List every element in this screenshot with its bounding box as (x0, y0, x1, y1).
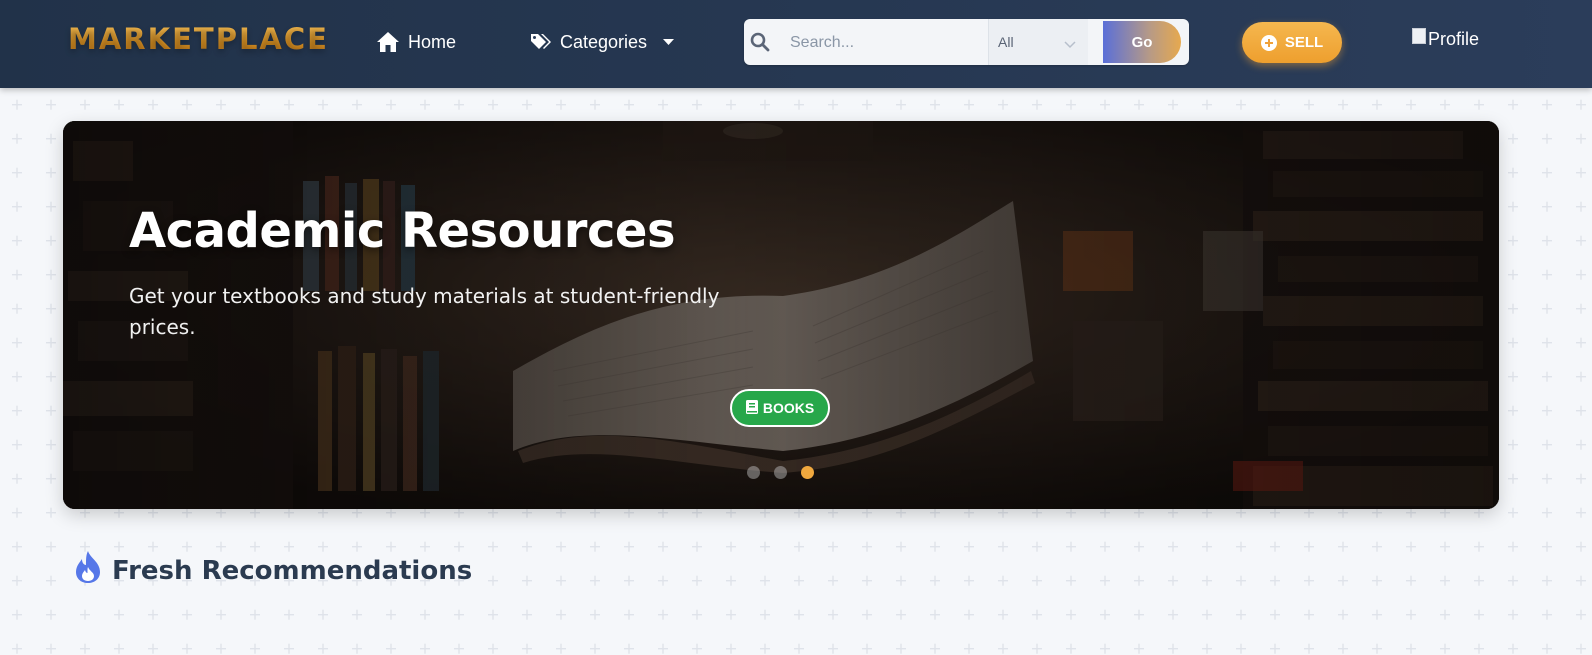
site-logo[interactable]: MARKETPLACE (68, 22, 329, 56)
caret-down-icon (663, 38, 675, 46)
search-category-select[interactable]: All (988, 19, 1088, 65)
hero-title: Academic Resources (129, 203, 676, 259)
top-navbar: MARKETPLACE Home Categories Search... Al… (0, 0, 1592, 88)
carousel-dot-3[interactable] (801, 466, 814, 479)
profile-alt-text: Profile (1428, 29, 1480, 49)
search-go-button[interactable]: Go (1103, 21, 1181, 63)
sell-button[interactable]: SELL (1242, 22, 1342, 63)
search-bar: All Go (744, 19, 1189, 65)
plus-circle-icon (1260, 34, 1277, 51)
home-icon (376, 31, 400, 53)
category-badge-books[interactable]: BOOKS (730, 389, 830, 427)
search-input[interactable] (788, 27, 982, 59)
section-heading-text: Fresh Recommendations (112, 555, 473, 586)
hero-subtitle: Get your textbooks and study materials a… (129, 284, 720, 339)
carousel-indicators (747, 466, 814, 479)
search-category-value: All (998, 34, 1014, 50)
section-heading: Fresh Recommendations (74, 550, 472, 591)
category-badge-label: BOOKS (762, 400, 815, 416)
tags-icon (530, 32, 552, 52)
sell-button-label: SELL (1284, 34, 1324, 51)
nav-home-link[interactable]: Home (376, 29, 456, 55)
search-icon[interactable] (750, 32, 770, 52)
fire-icon (74, 550, 102, 591)
broken-image-icon (1412, 27, 1426, 44)
book-icon (745, 399, 758, 417)
nav-categories-label: Categories (560, 31, 648, 52)
carousel-dot-2[interactable] (774, 466, 787, 479)
nav-home-label: Home (408, 31, 457, 52)
chevron-down-icon (1064, 36, 1076, 52)
nav-categories-dropdown[interactable]: Categories (530, 29, 675, 55)
carousel-dot-1[interactable] (747, 466, 760, 479)
profile-avatar[interactable]: Profile (1412, 27, 1480, 50)
hero-carousel[interactable]: Academic Resources Get your textbooks an… (63, 121, 1499, 509)
